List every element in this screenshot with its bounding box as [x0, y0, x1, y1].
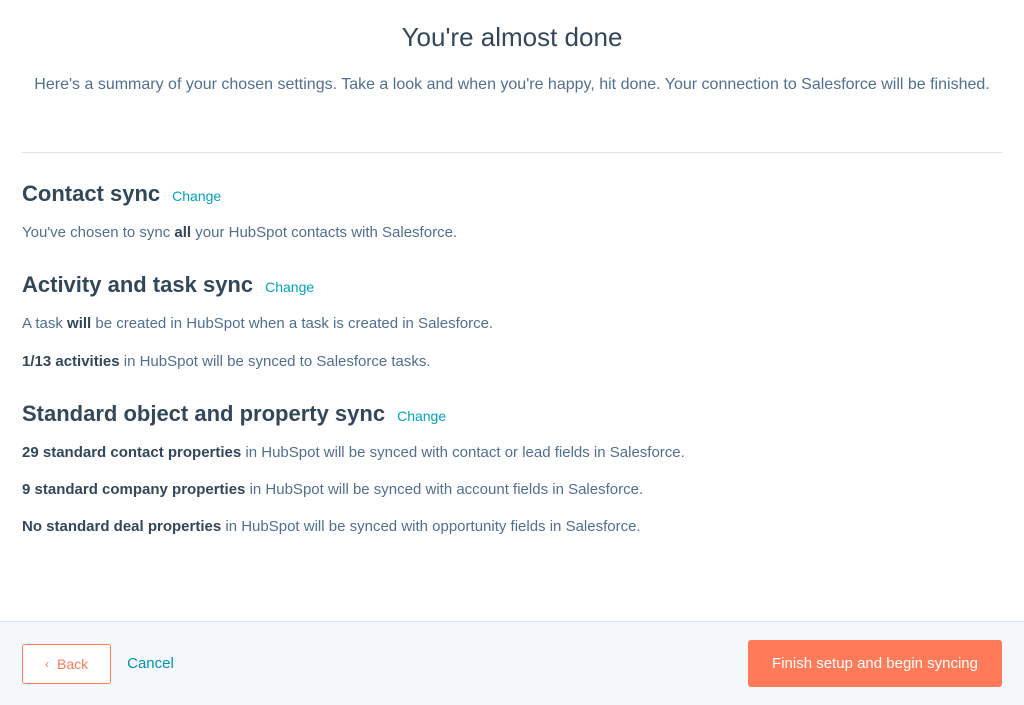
text-fragment: be created in HubSpot when a task is cre…	[91, 315, 493, 332]
text-bold: all	[174, 224, 191, 241]
chevron-left-icon: ‹	[45, 658, 49, 670]
back-button[interactable]: ‹ Back	[22, 644, 111, 684]
cancel-link[interactable]: Cancel	[127, 655, 174, 672]
text-fragment: in HubSpot will be synced with opportuni…	[221, 518, 640, 535]
text-fragment: in HubSpot will be synced to Salesforce …	[120, 353, 431, 370]
change-link-contact[interactable]: Change	[172, 188, 221, 204]
activity-summary-line-1: A task will be created in HubSpot when a…	[22, 312, 1002, 335]
property-summary-line-3: No standard deal properties in HubSpot w…	[22, 515, 1002, 538]
page-title: You're almost done	[22, 22, 1002, 53]
text-fragment: A task	[22, 315, 67, 332]
page-subtitle: Here's a summary of your chosen settings…	[32, 71, 992, 98]
text-bold: will	[67, 315, 91, 332]
section-activity-sync: Activity and task sync Change A task wil…	[22, 272, 1002, 373]
section-header: Activity and task sync Change	[22, 272, 1002, 298]
section-property-sync: Standard object and property sync Change…	[22, 401, 1002, 539]
text-fragment: You've chosen to sync	[22, 224, 174, 241]
finish-setup-button[interactable]: Finish setup and begin syncing	[748, 640, 1002, 687]
section-heading-activity: Activity and task sync	[22, 272, 253, 298]
property-summary-line-1: 29 standard contact properties in HubSpo…	[22, 441, 1002, 464]
change-link-property[interactable]: Change	[397, 408, 446, 424]
text-fragment: in HubSpot will be synced with account f…	[245, 481, 643, 498]
change-link-activity[interactable]: Change	[265, 279, 314, 295]
text-bold: No standard deal properties	[22, 518, 221, 535]
text-bold: 9 standard company properties	[22, 481, 245, 498]
text-bold: 29 standard contact properties	[22, 444, 241, 461]
text-fragment: your HubSpot contacts with Salesforce.	[191, 224, 457, 241]
text-bold: 1/13 activities	[22, 353, 120, 370]
back-button-label: Back	[57, 656, 88, 672]
divider	[22, 152, 1002, 153]
contact-summary-line: You've chosen to sync all your HubSpot c…	[22, 221, 1002, 244]
section-header: Standard object and property sync Change	[22, 401, 1002, 427]
text-fragment: in HubSpot will be synced with contact o…	[241, 444, 685, 461]
activity-summary-line-2: 1/13 activities in HubSpot will be synce…	[22, 350, 1002, 373]
property-summary-line-2: 9 standard company properties in HubSpot…	[22, 478, 1002, 501]
main-content: You're almost done Here's a summary of y…	[0, 0, 1024, 621]
section-contact-sync: Contact sync Change You've chosen to syn…	[22, 181, 1002, 244]
section-heading-contact: Contact sync	[22, 181, 160, 207]
footer-bar: ‹ Back Cancel Finish setup and begin syn…	[0, 621, 1024, 705]
section-header: Contact sync Change	[22, 181, 1002, 207]
section-heading-property: Standard object and property sync	[22, 401, 385, 427]
